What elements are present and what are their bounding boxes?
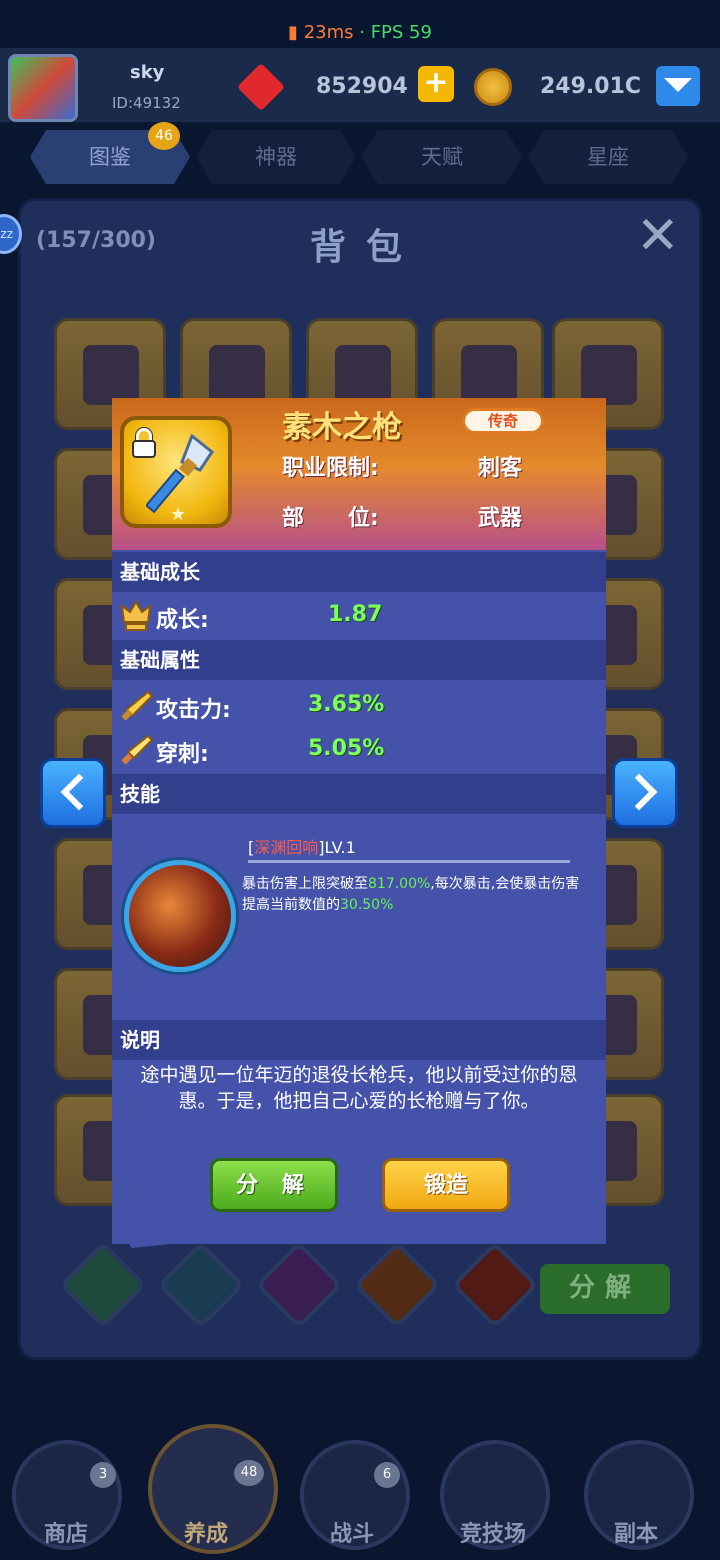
tab-badge: 46 — [148, 122, 180, 150]
next-item-button[interactable] — [612, 758, 678, 828]
class-restriction-value: 刺客 — [478, 456, 523, 481]
skill-value: 30.50% — [340, 897, 394, 913]
ruby-gem-icon — [236, 62, 286, 112]
skill-section-header: 技能 — [112, 774, 606, 814]
nav-dungeon-label: 副本 — [614, 1522, 659, 1547]
item-icon-frame: ★ — [120, 416, 232, 528]
pierce-value: 5.05% — [308, 736, 385, 761]
nav-battle-label: 战斗 — [330, 1522, 375, 1547]
growth-value: 1.87 — [328, 602, 383, 627]
page-title: 背包 — [310, 227, 423, 268]
rarity-badge: 传奇 — [462, 408, 544, 434]
fps-value: FPS 59 — [370, 22, 432, 43]
growth-label: 成长: — [156, 608, 209, 633]
skill-name: 深渊回响 — [254, 838, 319, 857]
player-id: ID:49132 — [112, 94, 181, 112]
crown-wings-icon — [120, 600, 152, 631]
item-detail-card: ★ 素木之枪 传奇 职业限制: 刺客 部 位: 武器 基础成长 成长: 1.87… — [112, 398, 606, 1248]
player-avatar[interactable] — [8, 54, 78, 122]
tab-talent[interactable]: 天赋 — [362, 130, 522, 184]
player-name: sky — [130, 62, 165, 83]
status-separator: · — [353, 22, 371, 43]
attack-stat-row: 攻击力: 3.65% — [112, 684, 606, 728]
skill-title: [深渊回响]LV.1 — [248, 834, 356, 858]
chevron-right-icon — [620, 773, 658, 811]
attack-label: 攻击力: — [156, 698, 231, 723]
coin-count: 249.01C — [540, 74, 642, 99]
forge-button[interactable]: 锻造 — [382, 1158, 510, 1212]
gem-count: 852904 — [316, 74, 408, 99]
divider — [248, 860, 570, 863]
attack-value: 3.65% — [308, 692, 385, 717]
item-description: 途中遇见一位年迈的退役长枪兵，他以前受过你的恩惠。于是，他把自己心爱的长枪赠与了… — [140, 1064, 578, 1112]
skill-description: 暴击伤害上限突破至817.00%,每次暴击,会使暴击伤害提高当前数值的30.50… — [242, 874, 582, 916]
lock-icon[interactable] — [130, 427, 158, 458]
growth-section-header: 基础成长 — [112, 552, 606, 592]
bag-capacity: (157/300) — [36, 228, 156, 253]
item-name: 素木之枪 — [282, 410, 402, 445]
star-icon: ★ — [170, 504, 187, 525]
card-header: ★ 素木之枪 传奇 职业限制: 刺客 部 位: 武器 — [112, 398, 606, 550]
battle-badge: 6 — [374, 1462, 400, 1488]
sword-icon — [121, 690, 154, 721]
tab-constellation[interactable]: 星座 — [528, 130, 688, 184]
slot-label: 部 位: — [282, 506, 379, 531]
attributes-section-header: 基础属性 — [112, 640, 606, 680]
player-bar: sky ID:49132 852904 + 249.01C — [0, 48, 720, 124]
top-tabs: 图鉴 神器 天赋 星座 — [30, 130, 690, 184]
chevron-down-icon — [664, 78, 692, 92]
decompose-button[interactable]: 分 解 — [210, 1158, 338, 1212]
skill-value: 817.00% — [368, 876, 431, 892]
nav-arena-label: 竞技场 — [460, 1522, 527, 1547]
prev-item-button[interactable] — [40, 758, 106, 828]
shop-badge: 3 — [90, 1462, 116, 1488]
class-restriction-label: 职业限制: — [282, 456, 379, 481]
tab-artifact[interactable]: 神器 — [196, 130, 356, 184]
gold-coin-icon — [474, 68, 512, 106]
slot-value: 武器 — [478, 506, 523, 531]
chevron-left-icon — [60, 773, 98, 811]
pierce-stat-row: 穿刺: 5.05% — [112, 728, 606, 772]
dropdown-button[interactable] — [656, 66, 700, 106]
close-button[interactable]: ✕ — [636, 206, 680, 266]
nav-develop-label: 养成 — [184, 1522, 229, 1547]
bulk-decompose-button[interactable]: 分解 — [540, 1264, 670, 1314]
skill-desc-text: 暴击伤害上限突破至 — [242, 876, 368, 892]
description-section-header: 说明 — [112, 1020, 606, 1060]
add-gems-button[interactable]: + — [418, 66, 454, 102]
nav-shop-label: 商店 — [44, 1522, 89, 1547]
skill-icon[interactable] — [124, 860, 236, 972]
pierce-label: 穿刺: — [156, 742, 209, 767]
develop-badge: 48 — [234, 1460, 264, 1486]
skill-level: LV.1 — [324, 838, 356, 857]
pierce-sword-icon — [121, 734, 154, 765]
ping-indicator: ▮ 23ms — [288, 22, 354, 43]
growth-stat-row: 成长: 1.87 — [112, 594, 606, 638]
ping-value: 23ms — [303, 22, 354, 43]
